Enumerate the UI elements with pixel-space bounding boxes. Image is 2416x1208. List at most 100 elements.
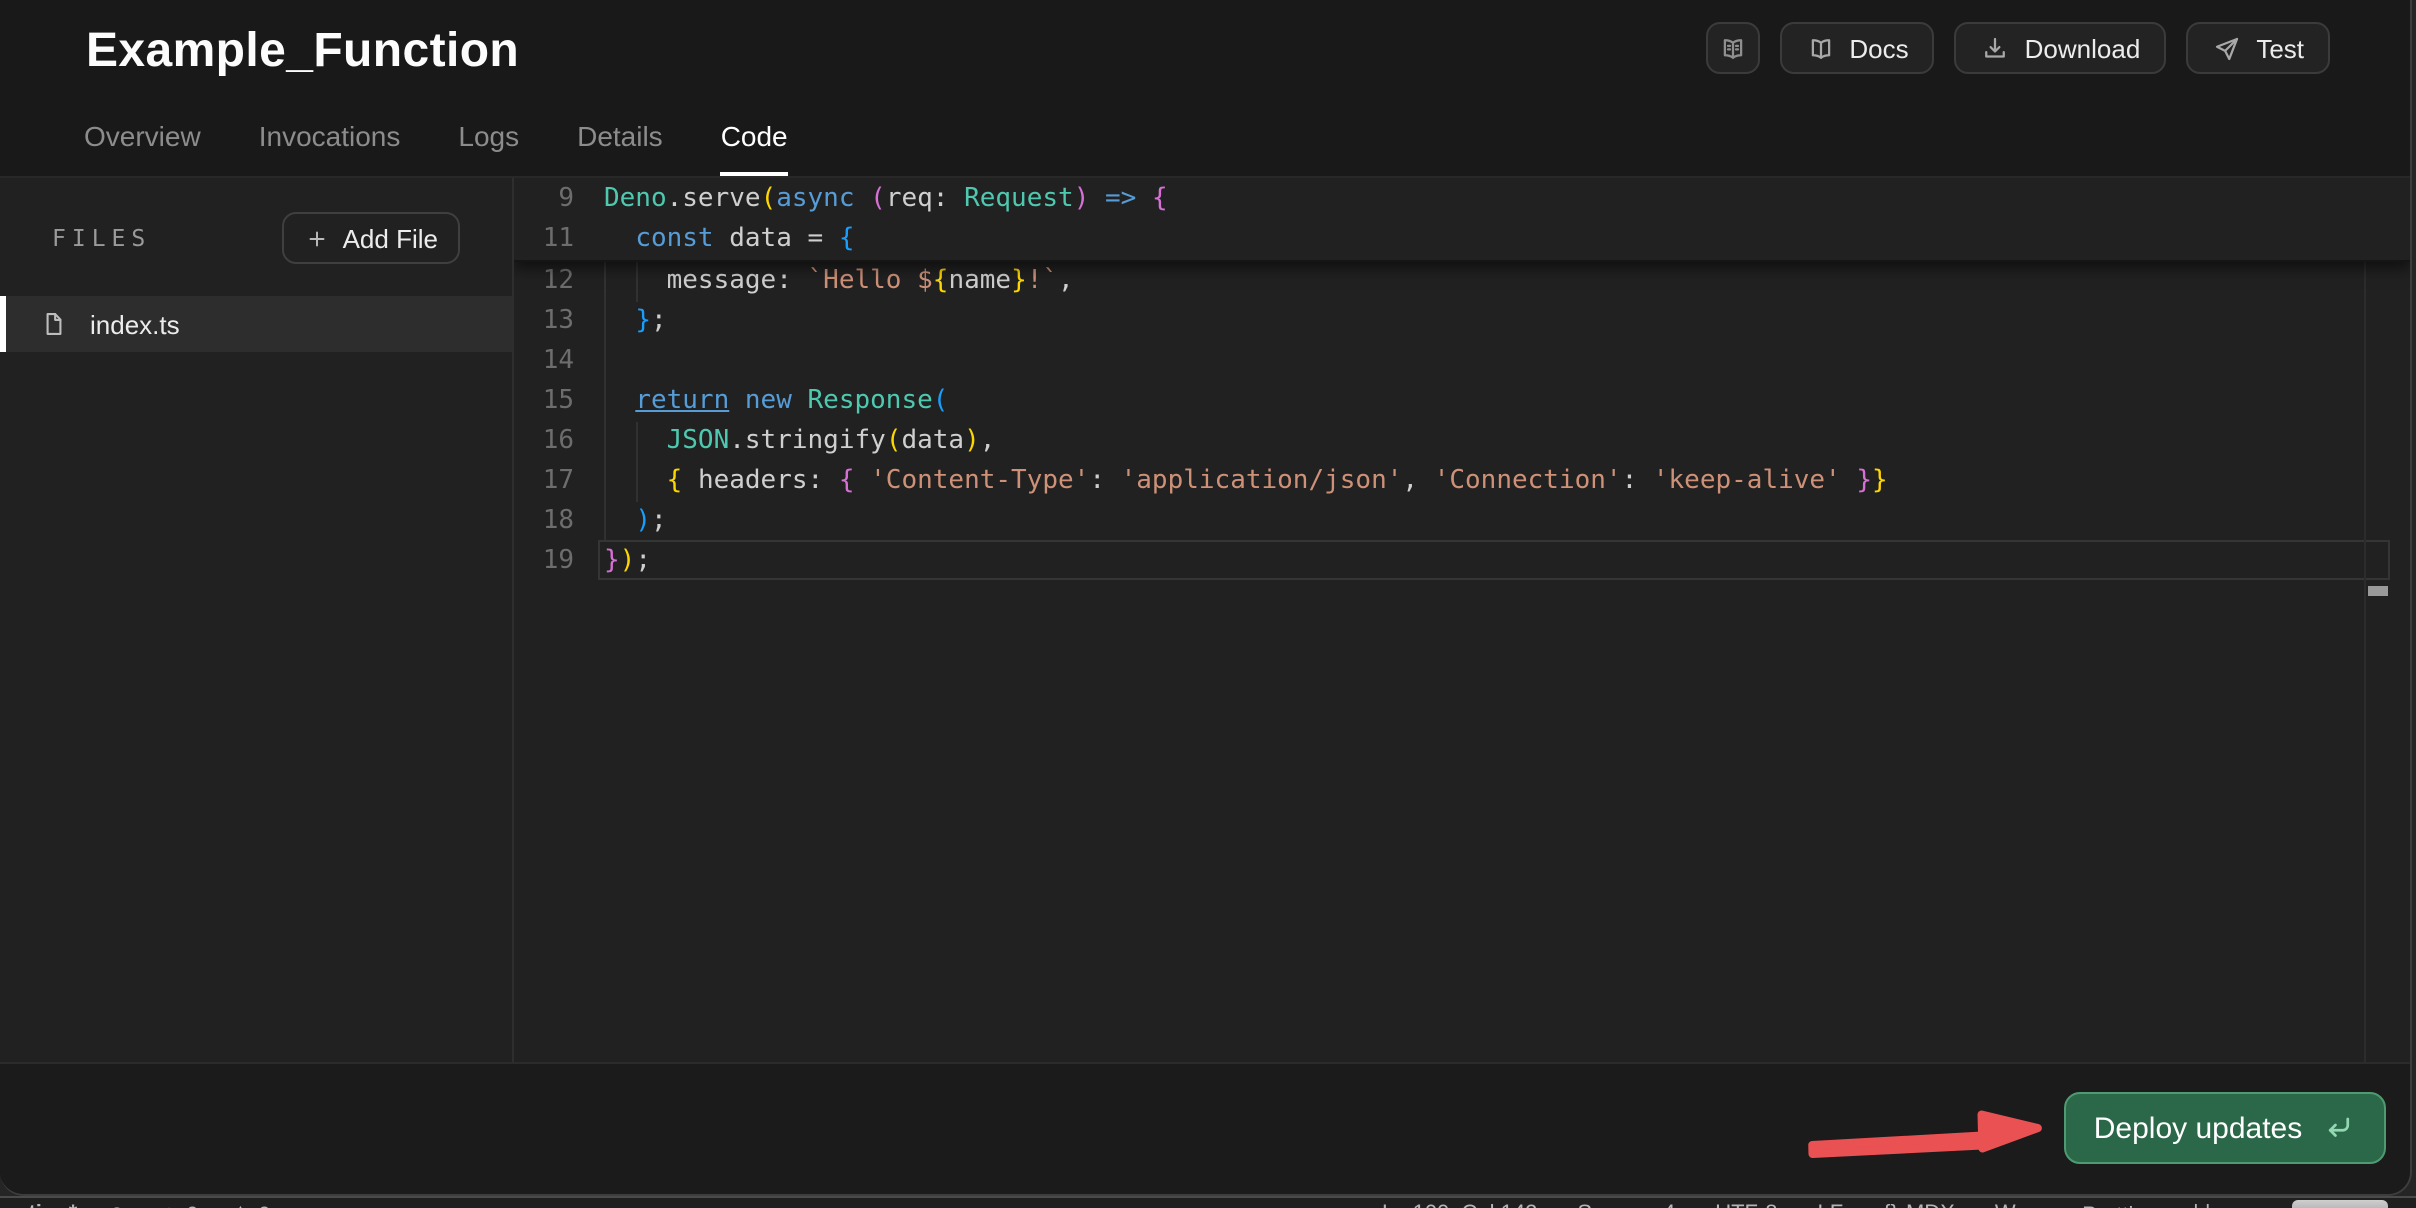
status-item-text: Spaces: 4 [1577,1202,1675,1208]
docs-button[interactable]: Docs [1779,22,1934,74]
status-item-lf[interactable]: LF [1818,1202,1844,1208]
reader-button[interactable] [1705,22,1759,74]
file-item-index.ts[interactable]: index.ts [0,296,512,352]
tab-logs[interactable]: Logs [458,120,519,176]
app-window: Example_Function Docs Download Test Overvi… [0,0,2412,1196]
status-item-text: ecting* [4,1202,77,1208]
status-item-ecting-[interactable]: ecting* [4,1202,77,1208]
current-line-highlight [598,540,2390,580]
code-line-13[interactable]: 13 }; [514,302,2410,342]
line-number: 13 [514,302,590,342]
status-item-text: W [1995,1202,2016,1208]
code-editor[interactable]: 12 message: `Hello ${name}!`,13 };1415 r… [514,178,2410,1062]
line-number: 15 [514,382,590,422]
status-item-text: 0 [258,1203,270,1208]
status-item-text: Prettier [2082,1203,2153,1208]
line-content: { headers: { 'Content-Type': 'applicatio… [590,462,2410,502]
line-number: 14 [514,342,590,382]
tab-invocations[interactable]: Invocations [259,120,401,176]
download-button[interactable]: Download [1955,22,2167,74]
code-lines[interactable]: 12 message: `Hello ${name}!`,13 };1415 r… [514,262,2410,582]
status-item-text: | | [2193,1202,2211,1208]
overview-ruler[interactable] [2364,178,2366,1062]
files-section-label: FILES [52,224,151,252]
status-item-utf-8[interactable]: UTF-8 [1715,1202,1777,1208]
screen: ecting*⟳⊗0⚠0 Ln 100, Col 142Spaces: 4UTF… [0,0,2416,1208]
download-icon [1981,33,2011,63]
bottom-bar: Deploy updates [0,1062,2410,1196]
code-line-12[interactable]: 12 message: `Hello ${name}!`, [514,262,2410,302]
status-item-text: MDX [1906,1202,1955,1208]
line-number: 12 [514,262,590,302]
send-icon [2212,33,2242,63]
book-open-icon [1805,33,1835,63]
book-open-text-icon [1717,33,1747,63]
test-button[interactable]: Test [2186,22,2330,74]
line-content: ); [590,502,2410,542]
code-line-17[interactable]: 17 { headers: { 'Content-Type': 'applica… [514,462,2410,502]
sync-icon: ⟳ [109,1202,127,1208]
status-item--[interactable]: | | [2193,1202,2211,1208]
enter-key-icon [2320,1110,2356,1146]
deploy-updates-label: Deploy updates [2094,1111,2303,1145]
code-line-14[interactable]: 14 [514,342,2410,382]
deploy-updates-button[interactable]: Deploy updates [2064,1092,2386,1164]
status-item-spaces-4[interactable]: Spaces: 4 [1577,1202,1675,1208]
tab-details[interactable]: Details [577,120,663,176]
line-number: 19 [514,542,590,582]
page-header: Example_Function Docs Download Test Overvi… [0,0,2410,178]
code-line-16[interactable]: 16 JSON.stringify(data), [514,422,2410,462]
line-number: 18 [514,502,590,542]
overview-ruler-cursor-marker [2368,586,2388,596]
line-content: }; [590,302,2410,342]
test-button-label: Test [2256,33,2304,63]
status-item-text: Ln 100, Col 142 [1382,1202,1537,1208]
code-line-18[interactable]: 18 ); [514,502,2410,542]
status-item-text: LF [1818,1202,1844,1208]
status-bar-highlight-box [2292,1200,2388,1208]
line-number: 16 [514,422,590,462]
code-line-9[interactable]: 9Deno.serve(async (req: Request) => { [514,180,2410,220]
file-icon [40,310,68,338]
add-file-label: Add File [343,223,438,253]
line-content [590,342,2410,382]
status-item-0[interactable]: ⚠0 [231,1202,271,1208]
sticky-scroll-lines[interactable]: 9Deno.serve(async (req: Request) => {11 … [514,178,2410,262]
line-number: 17 [514,462,590,502]
line-content: const data = { [590,220,2410,260]
annotation-arrow [1806,1094,2046,1158]
content-area: FILES Add File index.ts 12 message: `Hel… [0,178,2410,1062]
status-item-text: 0 [186,1203,198,1208]
status-item-0[interactable]: ⊗0 [160,1202,199,1208]
files-header-row: FILES Add File [0,212,512,264]
error-icon: ⊗ [160,1202,178,1208]
header-actions: Docs Download Test [1705,22,2330,74]
line-content: message: `Hello ${name}!`, [590,262,2410,302]
line-content: JSON.stringify(data), [590,422,2410,462]
line-number: 9 [514,180,590,220]
tab-code[interactable]: Code [721,120,788,176]
docs-button-label: Docs [1849,33,1908,63]
line-number: 11 [514,220,590,260]
status-item-mdx[interactable]: {}MDX [1883,1202,1955,1208]
code-line-15[interactable]: 15 return new Response( [514,382,2410,422]
files-sidebar: FILES Add File index.ts [0,178,514,1062]
status-bar-left: ecting*⟳⊗0⚠0 [4,1202,271,1208]
status-item[interactable]: ⟳ [109,1202,127,1208]
status-item-ln-100-col-142[interactable]: Ln 100, Col 142 [1382,1202,1537,1208]
status-item-prettier[interactable]: ✓ Prettier [2056,1202,2153,1208]
line-content: return new Response( [590,382,2410,422]
download-button-label: Download [2025,33,2141,63]
status-item-w[interactable]: W [1995,1202,2016,1208]
status-item-text: UTF-8 [1715,1202,1777,1208]
code-line-11[interactable]: 11 const data = { [514,220,2410,260]
status-bar-right: Ln 100, Col 142 Spaces: 4 UTF-8 LF {}MDX W ✓ Pr… [1382,1202,2211,1208]
add-file-button[interactable]: Add File [283,212,460,264]
warning-icon: ⚠ [231,1202,251,1208]
file-name: index.ts [90,309,180,339]
tab-overview[interactable]: Overview [84,120,201,176]
vscode-status-bar: ecting*⟳⊗0⚠0 Ln 100, Col 142Spaces: 4UTF… [0,1196,2416,1208]
check-icon: ✓ [2056,1202,2074,1208]
page-title: Example_Function [86,24,519,80]
file-list: index.ts [0,296,512,352]
